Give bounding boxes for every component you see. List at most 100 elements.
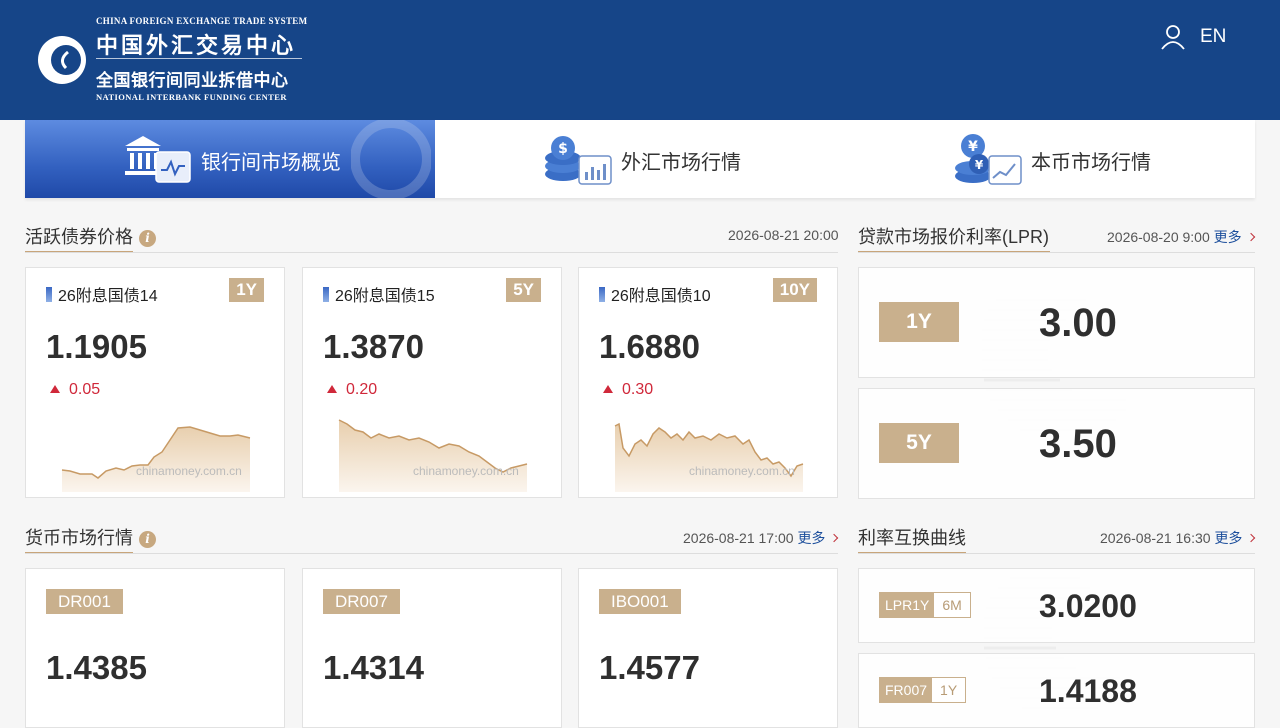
bond-name-text: 26附息国债15 [335, 288, 435, 305]
chart-watermark: chinamoney.com.cn [413, 464, 519, 478]
logo-divider [96, 58, 302, 59]
money-market-meta: 2026-08-21 17:00 更多 [683, 528, 839, 548]
logo-english-name: CHINA FOREIGN EXCHANGE TRADE SYSTEM [96, 16, 308, 26]
svg-text:¥: ¥ [968, 139, 978, 155]
chevron-right-icon [1246, 232, 1255, 242]
chevron-right-icon [1247, 533, 1256, 543]
up-arrow-icon [50, 385, 60, 393]
section-rule [858, 553, 1255, 554]
more-link-text: 更多 [1214, 530, 1243, 546]
section-rule [858, 252, 1255, 253]
term-badge: 10Y [772, 278, 817, 302]
money-market-label: 货币市场行情 [25, 528, 133, 548]
swap-curve-badge: LPR1Y 6M [879, 592, 971, 618]
tab-label: 外汇市场行情 [621, 152, 741, 174]
language-switch[interactable]: EN [1200, 26, 1226, 48]
swap-timestamp: 2026-08-21 16:30 [1100, 530, 1211, 546]
lpr-term-badge: 5Y [879, 423, 959, 463]
tab-label: 银行间市场概览 [201, 152, 341, 174]
swap-card[interactable]: LPR1Y 6M 3.0200 [858, 568, 1255, 643]
swap-tenor: 6M [934, 593, 970, 617]
bond-flag-icon [599, 287, 605, 302]
tab-interbank-overview[interactable]: 银行间市场概览 [25, 120, 435, 198]
cfets-logo-icon [38, 36, 86, 84]
bond-yield: 1.3870 [323, 328, 424, 365]
swap-section-title: 利率互换曲线 [858, 528, 966, 548]
tab-watermark-icon [351, 120, 431, 198]
lpr-card[interactable]: 5Y 3.50 [858, 388, 1255, 499]
user-icon[interactable] [1160, 24, 1186, 50]
svg-text:$: $ [558, 141, 568, 157]
lpr-section-title: 贷款市场报价利率(LPR) [858, 227, 1050, 247]
yield-sparkline [614, 422, 804, 492]
yield-change-text: 0.05 [69, 381, 101, 398]
money-market-timestamp: 2026-08-21 17:00 [683, 530, 794, 546]
lpr-rate: 3.50 [1039, 422, 1117, 466]
yield-change: 0.30 [603, 381, 653, 399]
lpr-card[interactable]: 1Y 3.00 [858, 267, 1255, 378]
rate-code-badge: DR001 [46, 589, 123, 614]
logo-chinese-name: 中国外汇交易中心 [96, 33, 297, 59]
section-rule [25, 553, 838, 554]
yield-change: 0.20 [327, 381, 377, 399]
bond-card[interactable]: 26附息国债15 5Y 1.3870 0.20 chinamoney.com.c… [302, 267, 562, 498]
tab-rmb-market[interactable]: ¥ ¥ 本币市场行情 [845, 120, 1255, 198]
money-market-card[interactable]: IBO001 1.4577 [578, 568, 838, 728]
rate-value: 1.4314 [323, 649, 424, 686]
bond-name: 26附息国债14 [46, 282, 158, 306]
term-badge: 1Y [229, 278, 264, 302]
section-rule [25, 252, 838, 253]
swap-curve-name: FR007 [880, 678, 933, 702]
yield-sparkline [61, 426, 251, 492]
money-market-section-title: 货币市场行情 i [25, 524, 156, 550]
yield-change-text: 0.20 [346, 381, 378, 398]
money-market-more-link[interactable]: 更多 [797, 530, 839, 546]
rate-code-badge: DR007 [323, 589, 400, 614]
site-logo[interactable]: CHINA FOREIGN EXCHANGE TRADE SYSTEM 中国外汇… [36, 14, 316, 109]
lpr-term-badge: 1Y [879, 302, 959, 342]
fx-coin-icon: $ [545, 136, 612, 185]
bank-building-icon [125, 136, 191, 183]
bond-name-text: 26附息国债10 [611, 288, 711, 305]
bond-card[interactable]: 26附息国债14 1Y 1.1905 0.05 chinamoney.com.c… [25, 267, 285, 498]
swap-curve-badge: FR007 1Y [879, 677, 967, 703]
lpr-meta: 2026-08-20 9:00 更多 [1107, 227, 1255, 247]
bond-flag-icon [323, 287, 329, 302]
swap-more-link[interactable]: 更多 [1214, 530, 1256, 546]
bond-name-text: 26附息国债14 [58, 288, 158, 305]
tab-fx-market[interactable]: $ 外汇市场行情 [435, 120, 845, 198]
info-icon[interactable]: i [139, 230, 156, 247]
swap-card[interactable]: FR007 1Y 1.4188 [858, 653, 1255, 728]
market-tabs: 银行间市场概览 $ 外汇市场行情 ¥ ¥ 本币市场行情 [25, 120, 1255, 198]
chevron-right-icon [830, 533, 839, 543]
swap-tenor: 1Y [932, 678, 966, 702]
up-arrow-icon [327, 385, 337, 393]
info-icon[interactable]: i [139, 531, 156, 548]
money-market-card[interactable]: DR001 1.4385 [25, 568, 285, 728]
lpr-rate: 3.00 [1039, 301, 1117, 345]
swap-curve-name: LPR1Y [880, 593, 935, 617]
yield-change-text: 0.30 [622, 381, 654, 398]
bond-yield: 1.1905 [46, 328, 147, 365]
yield-change: 0.05 [50, 381, 100, 399]
swap-rate: 3.0200 [1039, 588, 1137, 624]
bond-name: 26附息国债15 [323, 282, 435, 306]
more-link-text: 更多 [797, 530, 826, 546]
bond-card[interactable]: 26附息国债10 10Y 1.6880 0.30 chinamoney.com.… [578, 267, 838, 498]
lpr-more-link[interactable]: 更多 [1214, 229, 1255, 245]
money-market-card[interactable]: DR007 1.4314 [302, 568, 562, 728]
svg-text:¥: ¥ [975, 158, 984, 172]
chart-watermark: chinamoney.com.cn [136, 464, 242, 478]
chart-watermark: chinamoney.com.cn [689, 464, 795, 478]
swap-rate: 1.4188 [1039, 673, 1137, 709]
lpr-timestamp: 2026-08-20 9:00 [1107, 229, 1210, 245]
rate-value: 1.4385 [46, 649, 147, 686]
logo-english-subname: NATIONAL INTERBANK FUNDING CENTER [96, 92, 287, 102]
bond-timestamp: 2026-08-21 20:00 [728, 227, 839, 243]
rate-value: 1.4577 [599, 649, 700, 686]
bond-section-title: 活跃债券价格 i [25, 223, 156, 249]
bond-name: 26附息国债10 [599, 282, 711, 306]
bond-flag-icon [46, 287, 52, 302]
swap-meta: 2026-08-21 16:30 更多 [1100, 528, 1256, 548]
logo-chinese-subname: 全国银行间同业拆借中心 [96, 71, 289, 90]
